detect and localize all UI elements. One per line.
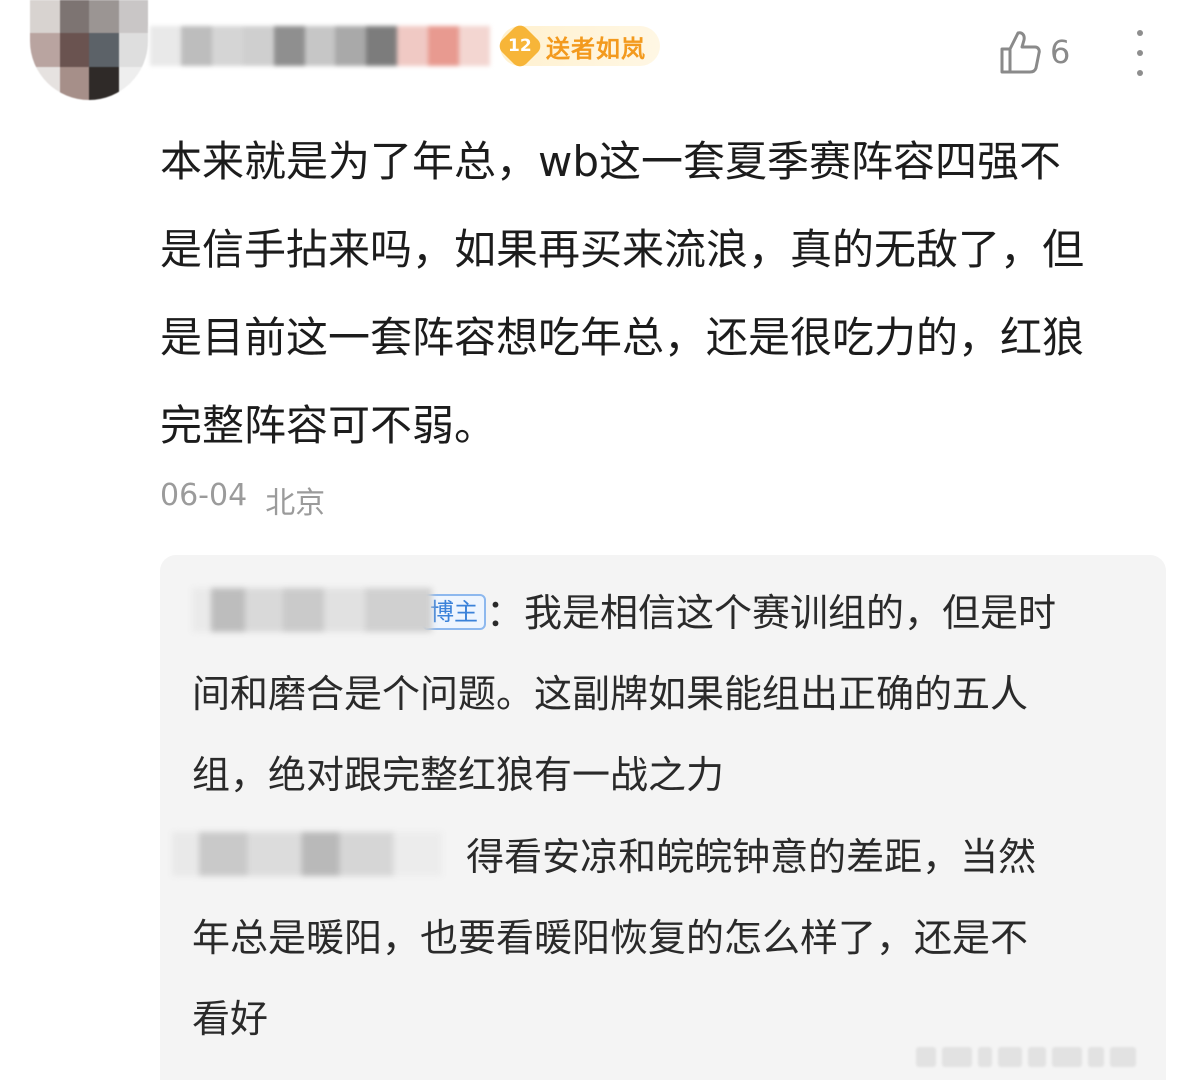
comment-line: 完整阵容可不弱。 [160,401,497,450]
fan-level: 12 [508,35,532,56]
username-blurred[interactable] [150,26,490,66]
reply-author-blurred[interactable] [192,588,432,632]
reply-item[interactable]: 得看安凉和皖皖钟意的差距，当然 年总是暖阳，也要看暖阳恢复的怎么样了，还是不 看… [172,817,1122,1060]
reply-line: ：我是相信这个赛训组的，但是时 [486,591,1057,635]
fan-badge[interactable]: 12 送者如岚 [495,21,660,71]
reply-line: 间和磨合是个问题。这副牌如果能组出正确的五人 [192,672,1029,716]
reply-line: 组，绝对跟完整红狼有一战之力 [192,753,725,797]
comment-meta: 06-04 北京 [160,478,325,522]
reply-line: 得看安凉和皖皖钟意的差距，当然 [466,835,1037,879]
like-button[interactable]: 6 [998,26,1070,78]
more-vertical-icon[interactable] [1128,30,1152,76]
comment-date: 06-04 [160,478,248,513]
watermark-blurred [916,1042,1146,1072]
comment-location: 北京 [265,486,326,521]
comment-line: 是信手拈来吗，如果再买来流浪，真的无敌了，但 [160,225,1085,274]
comment-line: 本来就是为了年总，wb这一套夏季赛阵容四强不 [160,137,1062,186]
comment-text: 本来就是为了年总，wb这一套夏季赛阵容四强不 是信手拈来吗，如果再买来流浪，真的… [160,118,1170,470]
reply-author-blurred[interactable] [172,832,442,876]
reply-thread[interactable]: 博主 ：我是相信这个赛训组的，但是时 间和磨合是个问题。这副牌如果能组出正确的五人… [160,555,1166,1080]
like-count: 6 [1050,33,1071,71]
avatar[interactable] [30,0,148,100]
fan-level-icon: 12 [495,21,545,71]
reply-item[interactable]: 博主 ：我是相信这个赛训组的，但是时 间和磨合是个问题。这副牌如果能组出正确的五人… [192,573,1122,816]
fan-badge-name: 送者如岚 [546,34,646,63]
thumbs-up-icon [1000,31,1041,74]
reply-line: 看好 [192,997,269,1041]
comment-line: 是目前这一套阵容想吃年总，还是很吃力的，红狼 [160,313,1085,362]
reply-line: 年总是暖阳，也要看暖阳恢复的怎么样了，还是不 [192,916,1029,960]
